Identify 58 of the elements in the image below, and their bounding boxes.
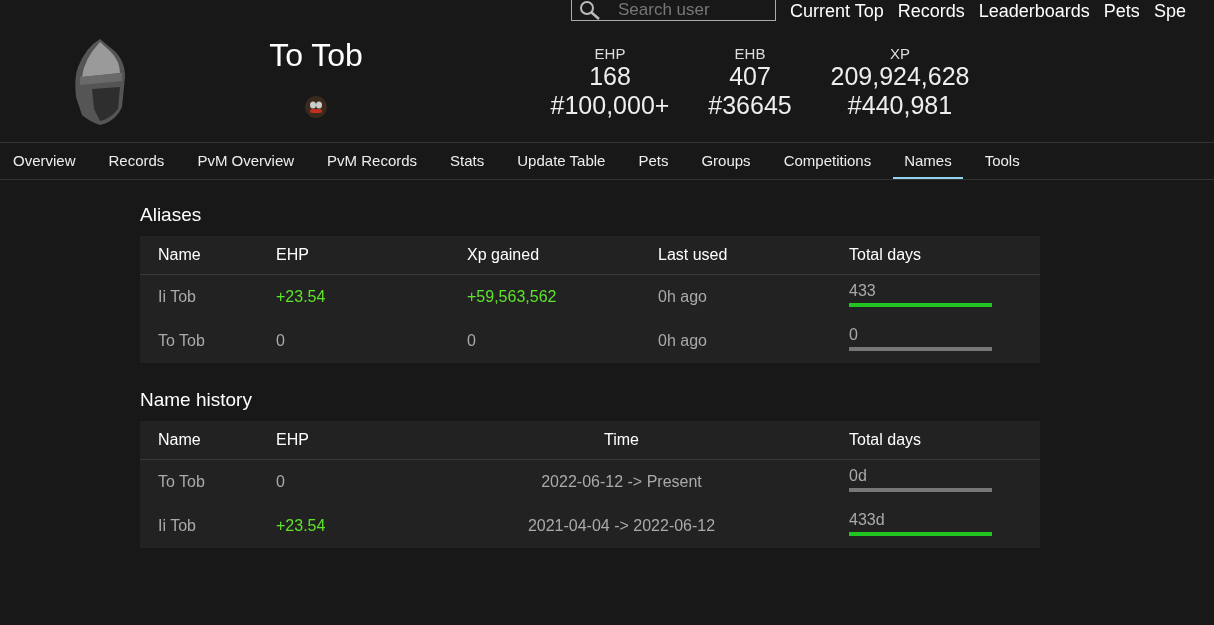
tab[interactable]: Groups [690, 143, 762, 179]
tab[interactable]: Names [893, 143, 963, 179]
table-cell-text: To Tob [158, 473, 206, 491]
stat-label: XP [890, 44, 910, 62]
column-header: Name [158, 246, 202, 264]
stat-rank: #100,000+ [550, 90, 670, 120]
total-days: 0d [849, 466, 992, 485]
total-days: 0 [849, 325, 992, 344]
table-cell-text: 0 [276, 332, 286, 350]
table-cell-text: 0h ago [658, 332, 708, 350]
total-days: 433 [849, 281, 992, 300]
search-field[interactable]: Search user [571, 0, 776, 21]
mascot-icon [305, 95, 327, 118]
stat-label: EHB [734, 44, 766, 62]
section-title: Name history [140, 389, 253, 411]
tab[interactable]: Pets [627, 143, 680, 179]
column-header: EHP [276, 246, 310, 264]
column-header: Total days [849, 246, 923, 264]
stat-value: 168 [589, 61, 631, 91]
stat-rank: #36645 [708, 90, 792, 120]
table-cell-text: 0 [276, 473, 286, 491]
table-cell-text: To Tob [158, 332, 206, 350]
search-icon [579, 0, 601, 20]
nav-link[interactable]: Spe [1153, 0, 1186, 22]
tab[interactable]: Tools [973, 143, 1031, 179]
tab[interactable]: Competitions [772, 143, 883, 179]
section-title: Aliases [140, 204, 203, 226]
tab[interactable]: Overview [2, 143, 87, 179]
stat-value: 209,924,628 [830, 61, 970, 91]
player-name: To Tob [269, 36, 363, 74]
column-header: Last used [658, 246, 729, 264]
nav-link[interactable]: Leaderboards [978, 0, 1090, 22]
tab[interactable]: Records [97, 143, 176, 179]
table-cell-text: +23.54 [276, 517, 327, 535]
tab[interactable]: Stats [439, 143, 496, 179]
column-header: Total days [849, 431, 923, 449]
table-cell-text: 0h ago [658, 288, 708, 306]
table-cell-text: 2022-06-12 -> Present [540, 473, 703, 491]
column-header: EHP [276, 431, 310, 449]
tab[interactable]: PvM Overview [186, 143, 306, 179]
table-cell-text: +59,563,562 [467, 288, 558, 306]
column-header: Time [603, 431, 640, 449]
tab[interactable]: PvM Records [316, 143, 429, 179]
total-days: 433d [849, 510, 992, 529]
stat-value: 407 [729, 61, 771, 91]
table-cell-text: +23.54 [276, 288, 327, 306]
column-header: Xp gained [467, 246, 541, 264]
nav-link[interactable]: Records [897, 0, 965, 22]
nav-link[interactable]: Current Top [790, 0, 884, 22]
stat-label: EHP [594, 44, 626, 62]
table-cell-text: 0 [467, 332, 477, 350]
stat-rank: #440,981 [847, 90, 953, 120]
nav-link[interactable]: Pets [1103, 0, 1140, 22]
table-cell-text: Ii Tob [158, 517, 197, 535]
column-header: Name [158, 431, 202, 449]
table-cell-text: Ii Tob [158, 288, 197, 306]
tab[interactable]: Update Table [506, 143, 617, 179]
table-cell-text: 2021-04-04 -> 2022-06-12 [526, 517, 717, 535]
